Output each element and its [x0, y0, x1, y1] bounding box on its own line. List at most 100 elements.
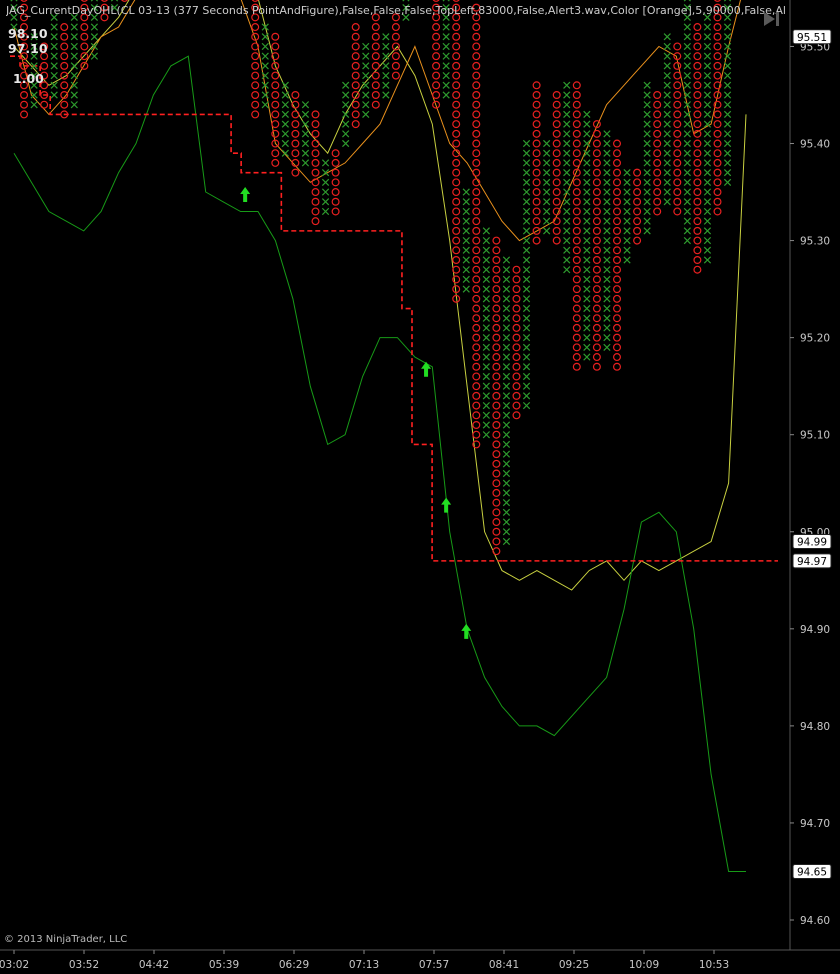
x-box	[482, 334, 490, 342]
x-box	[563, 130, 571, 138]
o-box	[693, 207, 702, 216]
o-box	[713, 32, 722, 41]
o-box	[331, 149, 340, 158]
o-box	[552, 188, 561, 197]
x-box	[603, 198, 611, 206]
x-box	[502, 499, 511, 507]
o-box	[452, 90, 461, 99]
x-box	[50, 81, 58, 89]
o-box	[271, 120, 280, 129]
x-box	[442, 71, 450, 80]
pnf-column-o	[653, 90, 662, 216]
o-box	[592, 353, 601, 362]
o-box	[512, 362, 521, 371]
o-box	[612, 294, 621, 303]
o-box	[653, 120, 662, 129]
pnf-column-o	[492, 236, 501, 556]
o-box	[552, 129, 561, 138]
x-box	[583, 207, 591, 216]
x-box	[623, 246, 631, 254]
o-box	[291, 110, 300, 119]
skip-to-end-button[interactable]	[760, 6, 786, 32]
pnf-column-o	[512, 265, 521, 420]
o-box	[472, 294, 481, 303]
o-box	[121, 0, 128, 2]
o-box	[452, 275, 461, 284]
o-box	[472, 81, 481, 90]
x-box	[462, 227, 470, 235]
x-box	[603, 295, 611, 303]
x-box	[90, 52, 99, 60]
x-box	[563, 207, 571, 216]
x-box	[321, 207, 330, 216]
o-box	[331, 207, 340, 216]
o-box	[713, 110, 722, 119]
o-box	[532, 236, 541, 245]
o-box	[251, 81, 260, 90]
o-box	[432, 32, 441, 41]
o-box	[391, 52, 400, 61]
o-box	[60, 61, 69, 70]
x-box	[522, 275, 531, 284]
o-box	[532, 110, 541, 119]
x-box	[522, 334, 531, 342]
x-box	[703, 71, 712, 80]
o-box	[492, 353, 501, 362]
o-box	[512, 333, 521, 342]
x-box	[482, 431, 490, 439]
x-box	[563, 101, 571, 109]
x-box	[70, 33, 78, 41]
pnf-chart[interactable]: 96.4096.3096.2096.1096.0095.9095.8095.70…	[0, 0, 840, 974]
o-box	[592, 304, 601, 313]
o-box	[673, 120, 682, 129]
x-box	[643, 188, 651, 196]
o-box	[391, 32, 400, 41]
x-box	[643, 130, 651, 138]
x-box	[583, 169, 591, 177]
o-box	[693, 52, 702, 61]
o-box	[391, 71, 400, 80]
o-box	[331, 197, 340, 206]
x-box	[502, 334, 511, 342]
pnf-column-x	[70, 13, 78, 109]
x-box	[482, 266, 490, 274]
o-box	[80, 23, 89, 32]
o-box	[60, 52, 69, 61]
x-box	[583, 198, 591, 206]
price-badge: 95.51	[792, 29, 832, 45]
pnf-column-x	[50, 13, 58, 99]
o-box	[472, 285, 481, 294]
o-box	[592, 236, 601, 245]
x-box	[703, 188, 712, 196]
x-box	[603, 246, 611, 254]
bands-layer	[13, 0, 747, 872]
x-box	[723, 169, 732, 177]
copyright: © 2013 NinjaTrader, LLC	[4, 934, 128, 945]
pnf-column-o	[60, 23, 69, 119]
x-box	[362, 71, 370, 80]
x-box	[502, 275, 511, 284]
o-box	[432, 23, 441, 32]
o-box	[572, 81, 581, 90]
x-box	[703, 198, 712, 206]
o-box	[653, 149, 662, 158]
o-box	[452, 188, 461, 197]
x-box	[543, 169, 551, 177]
x-box	[663, 33, 671, 41]
o-box	[472, 42, 481, 51]
o-box	[60, 32, 69, 41]
x-box	[10, 0, 18, 2]
o-box	[572, 236, 581, 245]
x-box	[563, 149, 571, 157]
o-box	[311, 188, 320, 197]
signal-arrows	[240, 187, 472, 639]
o-box	[653, 207, 662, 216]
o-box	[512, 382, 521, 391]
x-box	[583, 236, 591, 245]
y-tick-label: 94.60	[800, 915, 830, 927]
o-box	[532, 168, 541, 177]
o-box	[633, 236, 642, 245]
indicator-title: JAG_CurrentDayOHL(CL 03-13 (377 Seconds …	[6, 4, 786, 17]
pnf-columns	[10, 0, 732, 556]
o-box	[653, 178, 662, 187]
